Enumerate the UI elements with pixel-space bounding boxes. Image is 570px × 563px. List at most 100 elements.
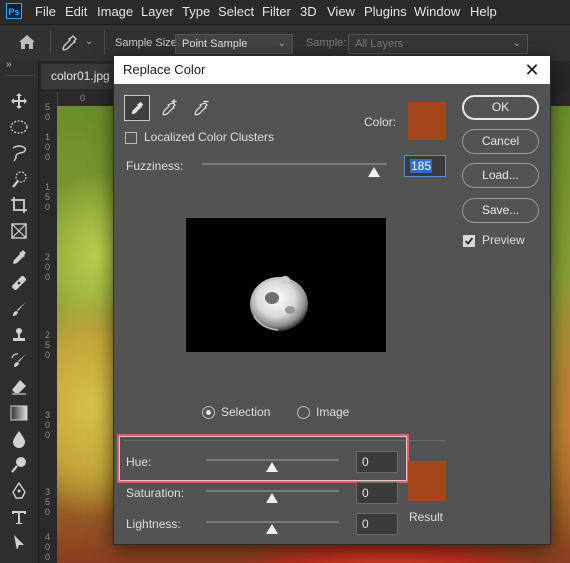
dodge-tool-icon[interactable] [9, 455, 29, 475]
hue-label: Hue: [126, 455, 152, 469]
preview-checkbox[interactable] [463, 235, 475, 247]
ruler-label: 4 [45, 532, 51, 542]
crop-tool-icon[interactable] [9, 195, 29, 215]
close-icon[interactable]: ✕ [522, 56, 542, 84]
subtract-from-sample-eyedropper-button[interactable] [188, 95, 214, 121]
home-icon[interactable] [18, 34, 36, 53]
menu-type[interactable]: Type [182, 4, 210, 19]
selection-preview [186, 218, 386, 352]
result-swatch[interactable] [408, 461, 446, 501]
fuzziness-value: 185 [410, 159, 433, 173]
menu-filter[interactable]: Filter [262, 4, 291, 19]
vertical-ruler: 5 0 1 0 0 1 5 0 2 0 0 2 5 0 3 0 0 3 5 0 … [39, 92, 58, 563]
type-tool-icon[interactable] [9, 507, 29, 527]
photoshop-logo-icon: Ps [6, 3, 22, 19]
load-button[interactable]: Load... [462, 163, 539, 188]
gradient-tool-icon[interactable] [9, 403, 29, 423]
hue-slider-track[interactable] [206, 459, 339, 461]
hue-slider-thumb[interactable] [266, 462, 278, 472]
history-brush-tool-icon[interactable] [9, 351, 29, 371]
ruler-label: 1 [45, 132, 51, 142]
ruler-label: 0 [45, 152, 51, 162]
menu-3d[interactable]: 3D [300, 4, 317, 19]
path-selection-tool-icon[interactable] [9, 533, 29, 553]
color-swatch[interactable] [408, 102, 446, 140]
saturation-slider-thumb[interactable] [266, 493, 278, 503]
ok-button[interactable]: OK [462, 95, 539, 120]
replace-color-dialog: Replace Color ✕ Localized Color Clusters… [113, 55, 551, 545]
menu-layer[interactable]: Layer [141, 4, 174, 19]
menu-plugins[interactable]: Plugins [364, 4, 407, 19]
document-tab[interactable]: color01.jpg [41, 64, 116, 89]
save-button[interactable]: Save... [462, 198, 539, 223]
frame-tool-icon[interactable] [9, 221, 29, 241]
chevron-down-icon: ⌄ [512, 38, 521, 49]
image-label: Image [316, 405, 350, 419]
menu-edit[interactable]: Edit [65, 4, 87, 19]
ruler-label: 1 [45, 182, 51, 192]
ruler-label: 2 [45, 330, 51, 340]
localized-color-clusters-checkbox[interactable] [125, 132, 137, 144]
sample-label: Sample: [306, 37, 347, 49]
saturation-slider-track[interactable] [206, 490, 339, 492]
fuzziness-slider-thumb[interactable] [368, 167, 381, 177]
lasso-tool-icon[interactable] [9, 143, 29, 163]
blur-tool-icon[interactable] [9, 429, 29, 449]
ruler-label: 0 [45, 272, 51, 282]
ruler-label: 0 [45, 430, 51, 440]
ruler-label: 0 [45, 507, 51, 517]
preview-label: Preview [482, 233, 525, 247]
menu-file[interactable]: File [35, 4, 56, 19]
menu-image[interactable]: Image [97, 4, 133, 19]
healing-brush-tool-icon[interactable] [9, 273, 29, 293]
tool-preset-chevron-down-icon[interactable]: ⌄ [85, 36, 93, 47]
quick-selection-tool-icon[interactable] [9, 169, 29, 189]
color-label: Color: [364, 115, 397, 129]
eyedropper-tool-icon[interactable] [60, 34, 78, 55]
cancel-button[interactable]: Cancel [462, 129, 539, 154]
ruler-label: 0 [80, 93, 86, 103]
lightness-label: Lightness: [126, 517, 181, 531]
saturation-input[interactable]: 0 [356, 482, 398, 504]
ruler-label: 0 [45, 202, 51, 212]
eraser-tool-icon[interactable] [9, 377, 29, 397]
move-tool-icon[interactable] [9, 91, 29, 111]
ruler-label: 3 [45, 487, 51, 497]
lightness-slider-thumb[interactable] [266, 524, 278, 534]
image-radio[interactable] [297, 406, 310, 419]
pen-tool-icon[interactable] [9, 481, 29, 501]
dialog-title-bar[interactable]: Replace Color [114, 56, 550, 84]
brush-tool-icon[interactable] [9, 299, 29, 319]
chevron-down-icon: ⌄ [277, 38, 286, 49]
eyedropper-icon [131, 101, 144, 115]
lightness-input[interactable]: 0 [356, 513, 398, 535]
lightness-slider-track[interactable] [206, 521, 339, 523]
tools-panel: » [0, 59, 39, 563]
add-to-sample-eyedropper-button[interactable] [156, 95, 182, 121]
selection-mask-image [250, 276, 308, 331]
sample-size-value: Point Sample [182, 38, 248, 50]
ruler-label: 0 [45, 542, 51, 552]
eyedropper-tool-icon[interactable] [9, 247, 29, 267]
eyedropper-button[interactable] [124, 95, 150, 121]
sample-size-select[interactable]: Point Sample ⌄ [175, 34, 293, 54]
checkmark-icon [464, 237, 474, 245]
ruler-label: 5 [45, 102, 51, 112]
marquee-tool-icon[interactable] [9, 117, 29, 137]
fuzziness-input[interactable]: 185 [404, 155, 446, 177]
ruler-label: 5 [45, 497, 51, 507]
fuzziness-label: Fuzziness: [126, 159, 184, 173]
hue-input[interactable]: 0 [356, 451, 398, 473]
ruler-label: 2 [45, 252, 51, 262]
fuzziness-slider-track[interactable] [202, 163, 387, 165]
menu-help[interactable]: Help [470, 4, 497, 19]
menu-bar: Ps File Edit Image Layer Type Select Fil… [0, 0, 570, 24]
menu-select[interactable]: Select [218, 4, 254, 19]
selection-radio[interactable] [202, 406, 215, 419]
saturation-label: Saturation: [126, 486, 185, 500]
expand-panel-icon[interactable]: » [6, 59, 12, 70]
clone-stamp-tool-icon[interactable] [9, 325, 29, 345]
eyedropper-minus-icon [194, 100, 209, 116]
menu-window[interactable]: Window [414, 4, 460, 19]
menu-view[interactable]: View [327, 4, 355, 19]
